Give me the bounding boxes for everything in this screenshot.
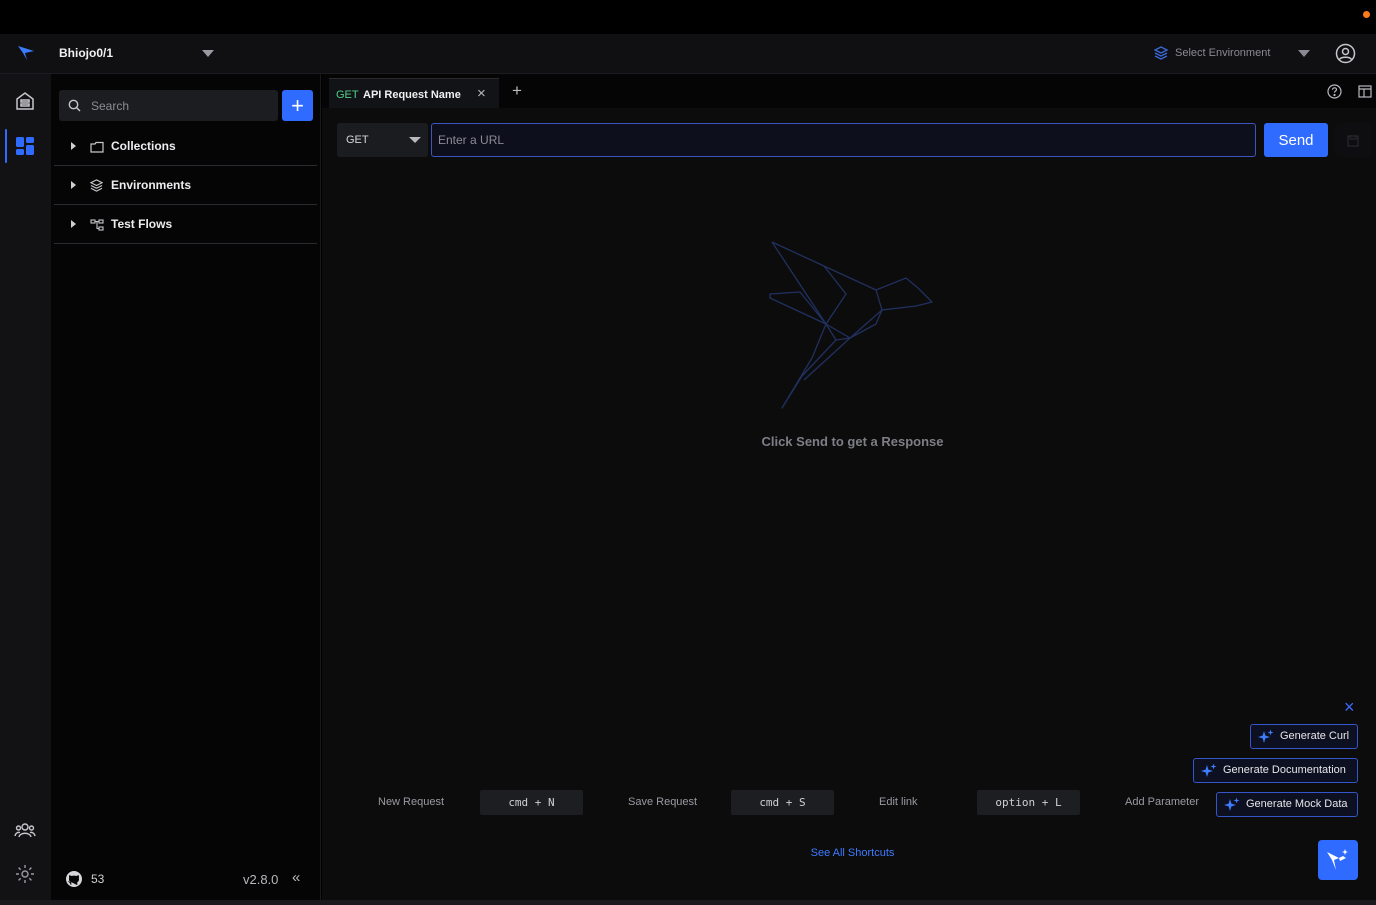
- generate-curl-button[interactable]: Generate Curl: [1250, 724, 1358, 749]
- caret-right-icon[interactable]: [71, 220, 76, 228]
- title-bar: [0, 0, 1376, 34]
- tab-api-request[interactable]: GET API Request Name ×: [329, 78, 499, 108]
- top-bar: Bhiojo0/1 Select Environment: [0, 34, 1376, 74]
- send-button[interactable]: Send: [1264, 123, 1328, 157]
- team-icon[interactable]: [14, 821, 36, 844]
- sidebar-search: [59, 90, 278, 121]
- version-label: v2.8.0: [243, 872, 279, 887]
- collapse-sidebar-icon[interactable]: «: [292, 869, 300, 886]
- github-icon[interactable]: [65, 870, 83, 893]
- layout-toggle-icon[interactable]: [1358, 85, 1372, 103]
- sparkle-icon: [1224, 797, 1240, 822]
- bottom-edge: [0, 900, 1376, 905]
- caret-right-icon[interactable]: [71, 181, 76, 189]
- sidebar-item-label: Collections: [111, 139, 176, 153]
- layers-icon: [89, 179, 104, 197]
- sidebar-item-environments[interactable]: Environments: [54, 166, 317, 205]
- empty-response-message: Click Send to get a Response: [761, 434, 944, 449]
- flow-icon: [90, 218, 104, 236]
- app-logo-icon: [17, 45, 35, 66]
- settings-gear-icon[interactable]: [15, 864, 35, 889]
- home-icon[interactable]: [15, 91, 35, 116]
- bird-illustration-icon: [766, 236, 936, 416]
- layers-icon: [1153, 46, 1169, 65]
- sidebar-item-label: Environments: [111, 178, 192, 192]
- active-nav-indicator: [5, 129, 7, 163]
- nav-rail: [0, 74, 51, 900]
- environment-selector[interactable]: Select Environment: [1175, 47, 1270, 59]
- folder-icon: [90, 140, 104, 158]
- shortcut-label-add-parameter: Add Parameter: [1125, 796, 1199, 808]
- sparkle-icon: [1258, 729, 1274, 754]
- tab-bar: GET API Request Name × +: [322, 74, 1376, 108]
- ai-assistant-button[interactable]: [1318, 840, 1358, 880]
- search-input[interactable]: [91, 90, 271, 121]
- see-all-shortcuts-link[interactable]: See All Shortcuts: [322, 847, 1376, 859]
- sidebar-item-collections[interactable]: Collections: [54, 127, 317, 166]
- request-panel: GET Send Click Send to get a Response × …: [322, 108, 1376, 900]
- generate-mock-data-button[interactable]: Generate Mock Data: [1216, 792, 1358, 817]
- environment-dropdown-icon[interactable]: [1298, 50, 1310, 57]
- tab-title: API Request Name: [363, 89, 461, 101]
- caret-right-icon[interactable]: [71, 142, 76, 150]
- add-button[interactable]: +: [282, 90, 313, 121]
- user-profile-icon[interactable]: [1335, 43, 1356, 69]
- generate-mock-data-label: Generate Mock Data: [1246, 798, 1348, 810]
- close-ai-actions-icon[interactable]: ×: [1344, 698, 1355, 716]
- shortcut-hints: New Request cmd + N Save Request cmd + S…: [322, 790, 1222, 816]
- save-request-button[interactable]: [1335, 123, 1371, 157]
- shortcut-keys-save-request: cmd + S: [731, 790, 834, 815]
- generate-documentation-button[interactable]: Generate Documentation: [1193, 758, 1358, 783]
- shortcut-label-new-request: New Request: [378, 796, 445, 808]
- github-star-count: 53: [91, 872, 105, 886]
- method-label: GET: [346, 134, 369, 146]
- chevron-down-icon[interactable]: [409, 137, 421, 143]
- sidebar-item-label: Test Flows: [111, 217, 173, 231]
- generate-documentation-label: Generate Documentation: [1223, 764, 1346, 776]
- save-icon: [1347, 134, 1359, 152]
- sparkle-icon: [1201, 763, 1217, 788]
- new-tab-button[interactable]: +: [512, 82, 522, 100]
- generate-curl-label: Generate Curl: [1280, 730, 1350, 742]
- method-select[interactable]: GET: [337, 123, 428, 157]
- shortcut-label-save-request: Save Request: [628, 796, 698, 808]
- collections-nav-icon[interactable]: [15, 136, 35, 161]
- workspace-dropdown-icon[interactable]: [202, 50, 214, 57]
- shortcut-label-edit-link: Edit link: [879, 796, 918, 808]
- url-input[interactable]: [431, 123, 1256, 157]
- close-tab-icon[interactable]: ×: [477, 86, 486, 101]
- shortcut-keys-new-request: cmd + N: [480, 790, 583, 815]
- ai-bird-icon: [1326, 848, 1350, 877]
- sidebar-item-test-flows[interactable]: Test Flows: [54, 205, 317, 244]
- search-icon: [68, 99, 81, 117]
- workspace-name[interactable]: Bhiojo0/1: [59, 46, 113, 60]
- sidebar: + Collections Environments Test Flows 53: [51, 74, 321, 900]
- shortcut-keys-edit-link: option + L: [977, 790, 1080, 815]
- notification-dot: [1363, 11, 1370, 18]
- sidebar-tree: Collections Environments Test Flows: [54, 127, 317, 244]
- tab-method-badge: GET: [336, 89, 359, 101]
- help-icon[interactable]: [1327, 84, 1342, 104]
